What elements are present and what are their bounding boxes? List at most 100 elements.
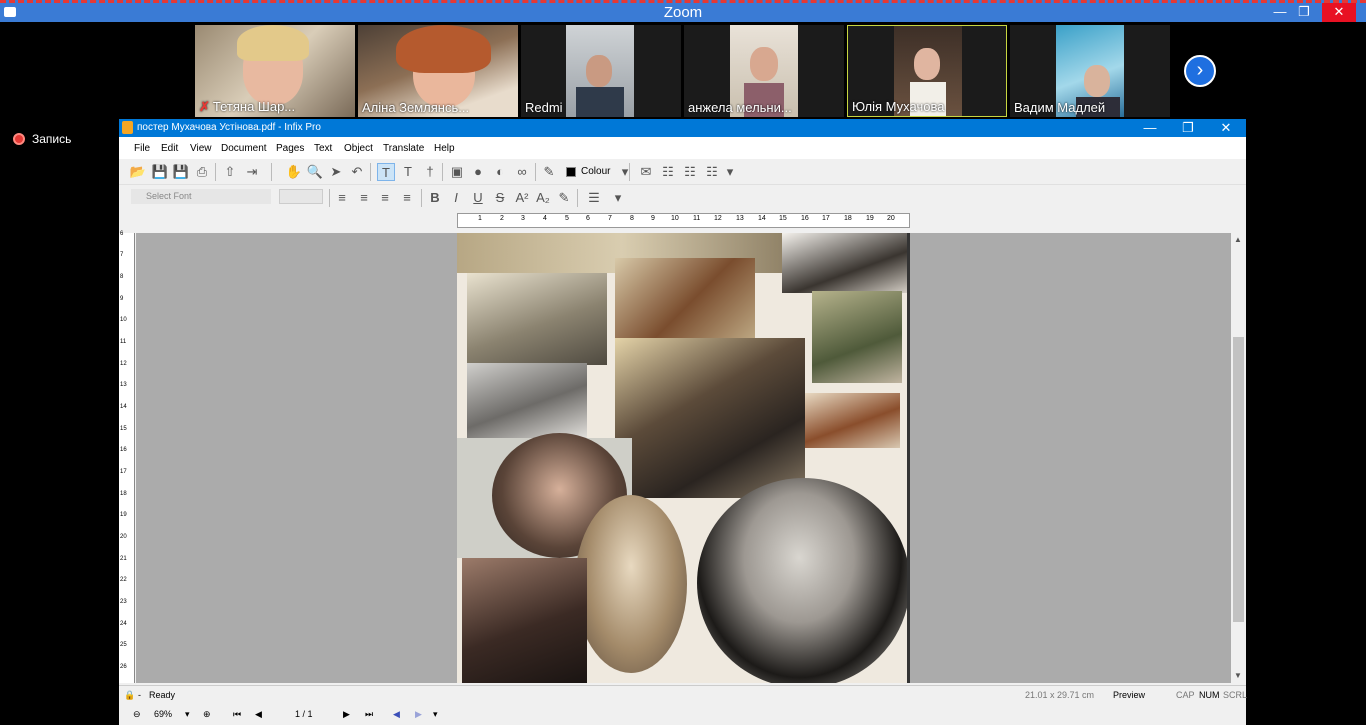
zoom-out-icon[interactable]: ⊖ bbox=[133, 709, 141, 720]
chevron-right-icon[interactable]: › bbox=[1184, 55, 1216, 87]
toolbar-divider bbox=[421, 189, 422, 207]
print-icon[interactable]: ⎙ bbox=[193, 163, 211, 181]
menu-file[interactable]: File bbox=[134, 143, 150, 154]
italic-icon[interactable]: I bbox=[447, 189, 465, 207]
close-button[interactable]: ✕ bbox=[1207, 119, 1245, 137]
poster-photo-portrait-main bbox=[697, 478, 907, 683]
menu-pages[interactable]: Pages bbox=[276, 143, 304, 154]
text-cursor-icon[interactable]: † bbox=[421, 163, 439, 181]
page-size: 21.01 x 29.71 cm bbox=[1025, 690, 1095, 700]
underline-icon[interactable]: U bbox=[469, 189, 487, 207]
dropdown-arrow-icon[interactable]: ▾ bbox=[721, 163, 739, 181]
menu-help[interactable]: Help bbox=[434, 143, 455, 154]
recording-indicator[interactable]: Запись bbox=[13, 132, 71, 146]
zoom-in-icon[interactable]: ⊕ bbox=[203, 709, 211, 720]
align-center-icon[interactable]: ≡ bbox=[355, 189, 373, 207]
toolbar-divider bbox=[271, 163, 272, 181]
first-page-icon[interactable]: ⏮ bbox=[233, 709, 241, 720]
participant-tile[interactable]: анжела мельни... bbox=[684, 25, 844, 117]
toolbar-divider bbox=[577, 189, 578, 207]
add-page-icon[interactable]: ☷ bbox=[659, 163, 677, 181]
poster-photo-piano-hands bbox=[782, 233, 907, 293]
participant-tile-active[interactable]: Юлія Мухачова bbox=[847, 25, 1007, 117]
line-spacing-icon[interactable]: ☰ bbox=[585, 189, 603, 207]
menu-object[interactable]: Object bbox=[344, 143, 373, 154]
participant-tile[interactable]: Аліна Землянсь... bbox=[358, 25, 518, 117]
open-icon[interactable]: 📂 bbox=[129, 163, 147, 181]
menu-edit[interactable]: Edit bbox=[161, 143, 178, 154]
highlight-icon[interactable]: ✎ bbox=[555, 189, 573, 207]
back-icon[interactable]: ◀ bbox=[393, 709, 400, 720]
infix-titlebar: постер Мухачова Устінова.pdf - Infix Pro… bbox=[119, 119, 1246, 137]
pdf-page-poster[interactable] bbox=[457, 233, 910, 683]
previous-page-icon[interactable]: ◀ bbox=[255, 709, 262, 720]
delete-page-icon[interactable]: ☷ bbox=[703, 163, 721, 181]
send-icon[interactable]: ⇥ bbox=[243, 163, 261, 181]
dropdown-arrow-icon[interactable]: ▾ bbox=[616, 163, 634, 181]
subscript-icon[interactable]: A₂ bbox=[534, 189, 552, 207]
toolbar-divider bbox=[329, 189, 330, 207]
bold-icon[interactable]: B bbox=[426, 189, 444, 207]
restore-button[interactable]: ❐ bbox=[1169, 119, 1207, 137]
record-icon bbox=[13, 133, 25, 145]
align-left-icon[interactable]: ≡ bbox=[333, 189, 351, 207]
undo-icon[interactable]: ↶ bbox=[348, 163, 366, 181]
dropdown-arrow-icon[interactable]: ▾ bbox=[609, 189, 627, 207]
scroll-up-icon[interactable]: ▲ bbox=[1234, 235, 1242, 244]
participant-name: Аліна Землянсь... bbox=[362, 100, 470, 115]
poster-photo-books bbox=[805, 393, 900, 448]
save-icon[interactable]: 💾 bbox=[151, 163, 169, 181]
align-right-icon[interactable]: ≡ bbox=[376, 189, 394, 207]
forward-icon[interactable]: ▶ bbox=[415, 709, 422, 720]
format-toolbar: Select Font ≡ ≡ ≡ ≡ B I U S A² A₂ ✎ ☰ ▾ bbox=[119, 185, 1246, 209]
vertical-scrollbar[interactable]: ▲ ▼ bbox=[1231, 233, 1246, 683]
next-page-icon[interactable]: ▶ bbox=[343, 709, 350, 720]
poster-photo-sofa bbox=[467, 363, 587, 438]
poster-photo-portrait-2 bbox=[462, 558, 587, 683]
zoom-level[interactable]: 69% bbox=[154, 709, 172, 719]
participant-tile[interactable]: ✗ Тетяна Шар... bbox=[195, 25, 355, 117]
zoom-tool-icon[interactable]: 🔍 bbox=[306, 163, 324, 181]
minimize-button[interactable]: — bbox=[1131, 119, 1169, 137]
menu-translate[interactable]: Translate bbox=[383, 143, 424, 154]
menu-document[interactable]: Document bbox=[221, 143, 267, 154]
nav-dropdown-icon[interactable]: ▾ bbox=[433, 709, 438, 720]
comment-icon[interactable]: ✉ bbox=[637, 163, 655, 181]
justify-icon[interactable]: ≡ bbox=[398, 189, 416, 207]
last-page-icon[interactable]: ⏭ bbox=[365, 709, 373, 720]
participant-tile[interactable]: Redmi bbox=[521, 25, 681, 117]
pin-icon[interactable]: ● bbox=[469, 163, 487, 181]
caps-indicator: CAP bbox=[1176, 690, 1195, 700]
superscript-icon[interactable]: A² bbox=[513, 189, 531, 207]
text-frame-icon[interactable]: T bbox=[399, 163, 417, 181]
menu-text[interactable]: Text bbox=[314, 143, 332, 154]
toolbar-divider bbox=[535, 163, 536, 181]
eyedropper-icon[interactable]: ✎ bbox=[540, 163, 558, 181]
participant-tile[interactable]: Вадим Мадлей bbox=[1010, 25, 1170, 117]
hand-tool-icon[interactable]: ✋ bbox=[285, 163, 303, 181]
export-icon[interactable]: ⇧ bbox=[221, 163, 239, 181]
poster-photo-piano-scene bbox=[615, 338, 805, 498]
scrollbar-thumb[interactable] bbox=[1233, 337, 1244, 622]
participant-video bbox=[566, 25, 634, 117]
colour-swatch[interactable] bbox=[566, 167, 576, 177]
strikethrough-icon[interactable]: S bbox=[491, 189, 509, 207]
crop-icon[interactable]: ▣ bbox=[448, 163, 466, 181]
maximize-button[interactable]: ❐ bbox=[1290, 3, 1318, 22]
close-button[interactable]: ✕ bbox=[1322, 3, 1356, 22]
scroll-down-icon[interactable]: ▼ bbox=[1234, 671, 1242, 680]
text-tool-icon[interactable]: T bbox=[377, 163, 395, 181]
link-icon[interactable]: ∞ bbox=[513, 163, 531, 181]
menu-view[interactable]: View bbox=[190, 143, 212, 154]
select-arrow-icon[interactable]: ➤ bbox=[327, 163, 345, 181]
font-select[interactable]: Select Font bbox=[131, 189, 271, 204]
save-as-icon[interactable]: 💾 bbox=[172, 163, 190, 181]
page-indicator[interactable]: 1 / 1 bbox=[295, 709, 313, 719]
camera-icon[interactable]: ◐ bbox=[491, 163, 509, 181]
poster-photo-portrait-dress bbox=[575, 495, 687, 673]
colour-button[interactable]: Colour bbox=[581, 166, 610, 177]
edit-page-icon[interactable]: ☷ bbox=[681, 163, 699, 181]
zoom-dropdown-icon[interactable]: ▾ bbox=[185, 709, 190, 720]
lock-icon: 🔒 bbox=[124, 690, 136, 700]
font-size-select[interactable] bbox=[279, 189, 323, 204]
